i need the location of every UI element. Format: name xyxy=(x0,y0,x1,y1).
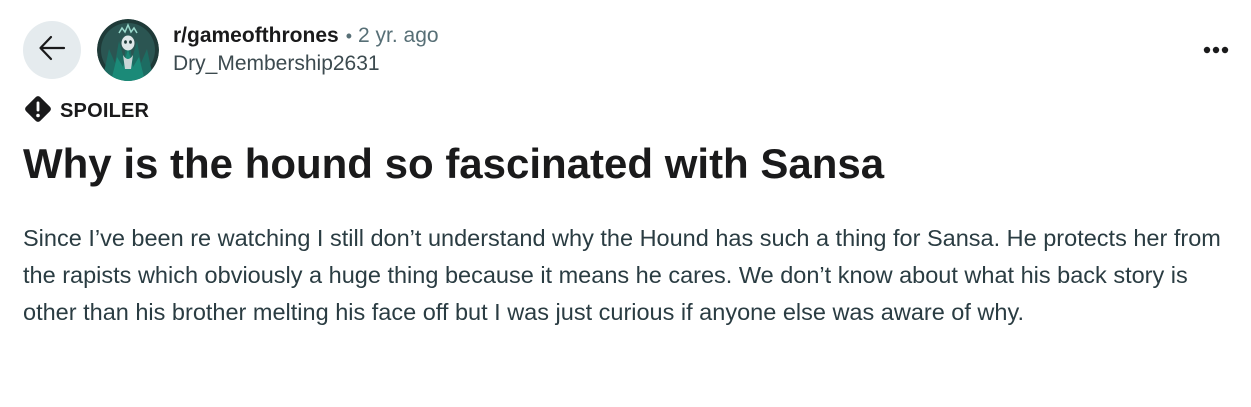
post-age: 2 yr. ago xyxy=(358,24,439,47)
warning-icon xyxy=(23,94,53,129)
subreddit-avatar[interactable] xyxy=(97,19,159,81)
back-button[interactable] xyxy=(23,21,81,79)
author-link[interactable]: Dry_Membership2631 xyxy=(173,50,439,78)
spoiler-label: SPOILER xyxy=(60,100,150,122)
post-title: Why is the hound so fascinated with Sans… xyxy=(23,140,885,187)
subreddit-link[interactable]: r/gameofthrones xyxy=(173,22,339,50)
back-arrow-icon xyxy=(37,33,67,68)
more-options-button[interactable] xyxy=(1196,34,1236,66)
spoiler-badge: SPOILER xyxy=(23,94,149,129)
subreddit-avatar-icon xyxy=(97,19,159,81)
meta-separator: • xyxy=(345,26,353,46)
more-options-icon xyxy=(1203,41,1229,59)
post-body: Since I’ve been re watching I still don’… xyxy=(23,225,1221,325)
post-meta: r/gameofthrones • 2 yr. ago Dry_Membersh… xyxy=(173,22,439,78)
post-meta-line: r/gameofthrones • 2 yr. ago xyxy=(173,22,439,50)
